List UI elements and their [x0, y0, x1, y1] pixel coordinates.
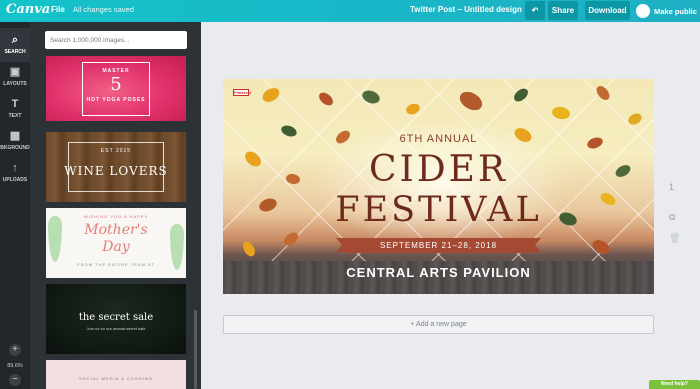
- document-title[interactable]: Twitter Post – Untitled design: [410, 5, 522, 14]
- zoom-level: 89.6%: [7, 363, 23, 369]
- download-button[interactable]: Download: [585, 1, 630, 20]
- template-text: EST 2015: [100, 148, 132, 154]
- template-text: 5: [110, 74, 122, 95]
- template-text: Day: [102, 239, 130, 255]
- design-title-festival[interactable]: FESTIVAL: [223, 190, 654, 230]
- template-text: Mother's: [84, 222, 148, 238]
- template-panel: MASTER 5 HOT YOGA POSES EST 2015 WINE LO…: [30, 22, 201, 389]
- template-yoga[interactable]: MASTER 5 HOT YOGA POSES: [46, 56, 186, 121]
- background-icon: ▩: [9, 130, 21, 142]
- zoom-in-button[interactable]: +: [9, 344, 21, 356]
- rail-background[interactable]: ▩ BKGROUND: [0, 124, 30, 158]
- layouts-icon: ▣: [9, 66, 21, 78]
- rail-layouts-label: LAYOUTS: [3, 81, 27, 87]
- design-annual-text[interactable]: 6TH ANNUAL: [223, 133, 654, 145]
- design-title-cider[interactable]: CIDER: [223, 149, 654, 190]
- rail-background-label: BKGROUND: [0, 145, 30, 151]
- text-icon: T: [11, 98, 19, 110]
- template-text: WINE LOVERS: [64, 164, 168, 178]
- search-icon: ⌕: [11, 34, 19, 46]
- rail-uploads[interactable]: ↑ UPLOADS: [0, 156, 30, 190]
- venue-text[interactable]: CENTRAL ARTS PAVILION: [223, 265, 654, 280]
- copy-page-icon[interactable]: ⧉: [669, 212, 675, 223]
- pinterest-badge: Pinterest: [233, 89, 252, 96]
- date-ribbon[interactable]: SEPTEMBER 21–28, 2018: [336, 238, 541, 253]
- canvas-area: Pinterest 6TH ANNUAL CIDER FESTIVAL SEPT…: [201, 22, 700, 389]
- rail-text[interactable]: T TEXT: [0, 92, 30, 126]
- panel-scrollbar[interactable]: [194, 310, 197, 389]
- left-rail: ⌕ SEARCH ▣ LAYOUTS T TEXT ▩ BKGROUND ↑ U…: [0, 22, 30, 389]
- template-text: FROM THE ENTIRE TEAM AT: [77, 262, 155, 267]
- template-text: HOT YOGA POSES: [86, 97, 146, 103]
- template-text: the secret sale: [78, 312, 154, 323]
- design-canvas[interactable]: Pinterest 6TH ANNUAL CIDER FESTIVAL SEPT…: [223, 79, 654, 294]
- help-button[interactable]: Need help?: [649, 380, 700, 389]
- undo-icon: ↶: [531, 6, 539, 15]
- template-text: SOCIAL MEDIA & COOKING: [79, 376, 153, 381]
- template-text: WISHING YOU A HAPPY: [83, 214, 149, 219]
- rail-search-label: SEARCH: [4, 49, 26, 55]
- template-wine-lovers[interactable]: EST 2015 WINE LOVERS: [46, 132, 186, 202]
- delete-page-icon[interactable]: 🗑: [669, 233, 680, 244]
- image-search-input[interactable]: [45, 31, 187, 49]
- rail-search[interactable]: ⌕ SEARCH: [0, 28, 30, 62]
- undo-button[interactable]: ↶: [525, 1, 545, 20]
- share-button[interactable]: Share: [548, 1, 578, 20]
- file-menu[interactable]: File: [51, 5, 65, 14]
- toggle-knob: [636, 4, 650, 18]
- template-mothers-day[interactable]: WISHING YOU A HAPPY Mother's Day FROM TH…: [46, 208, 186, 278]
- page-number: 1: [669, 182, 675, 192]
- rail-text-label: TEXT: [8, 113, 22, 119]
- save-status: All changes saved: [73, 5, 134, 14]
- make-public-toggle[interactable]: Make public: [636, 3, 697, 19]
- top-bar: Canva File All changes saved Twitter Pos…: [0, 0, 700, 22]
- add-page-button[interactable]: + Add a new page: [223, 315, 654, 334]
- canva-logo[interactable]: Canva: [6, 2, 50, 17]
- upload-icon: ↑: [12, 162, 18, 174]
- rail-uploads-label: UPLOADS: [2, 177, 28, 183]
- template-social-media[interactable]: SOCIAL MEDIA & COOKING: [46, 360, 186, 389]
- template-secret-sale[interactable]: the secret sale Join us for our annual s…: [46, 284, 186, 354]
- rail-layouts[interactable]: ▣ LAYOUTS: [0, 60, 30, 94]
- make-public-label: Make public: [654, 6, 697, 16]
- template-text: Join us for our annual secret sale: [86, 326, 146, 331]
- zoom-out-button[interactable]: −: [9, 374, 21, 386]
